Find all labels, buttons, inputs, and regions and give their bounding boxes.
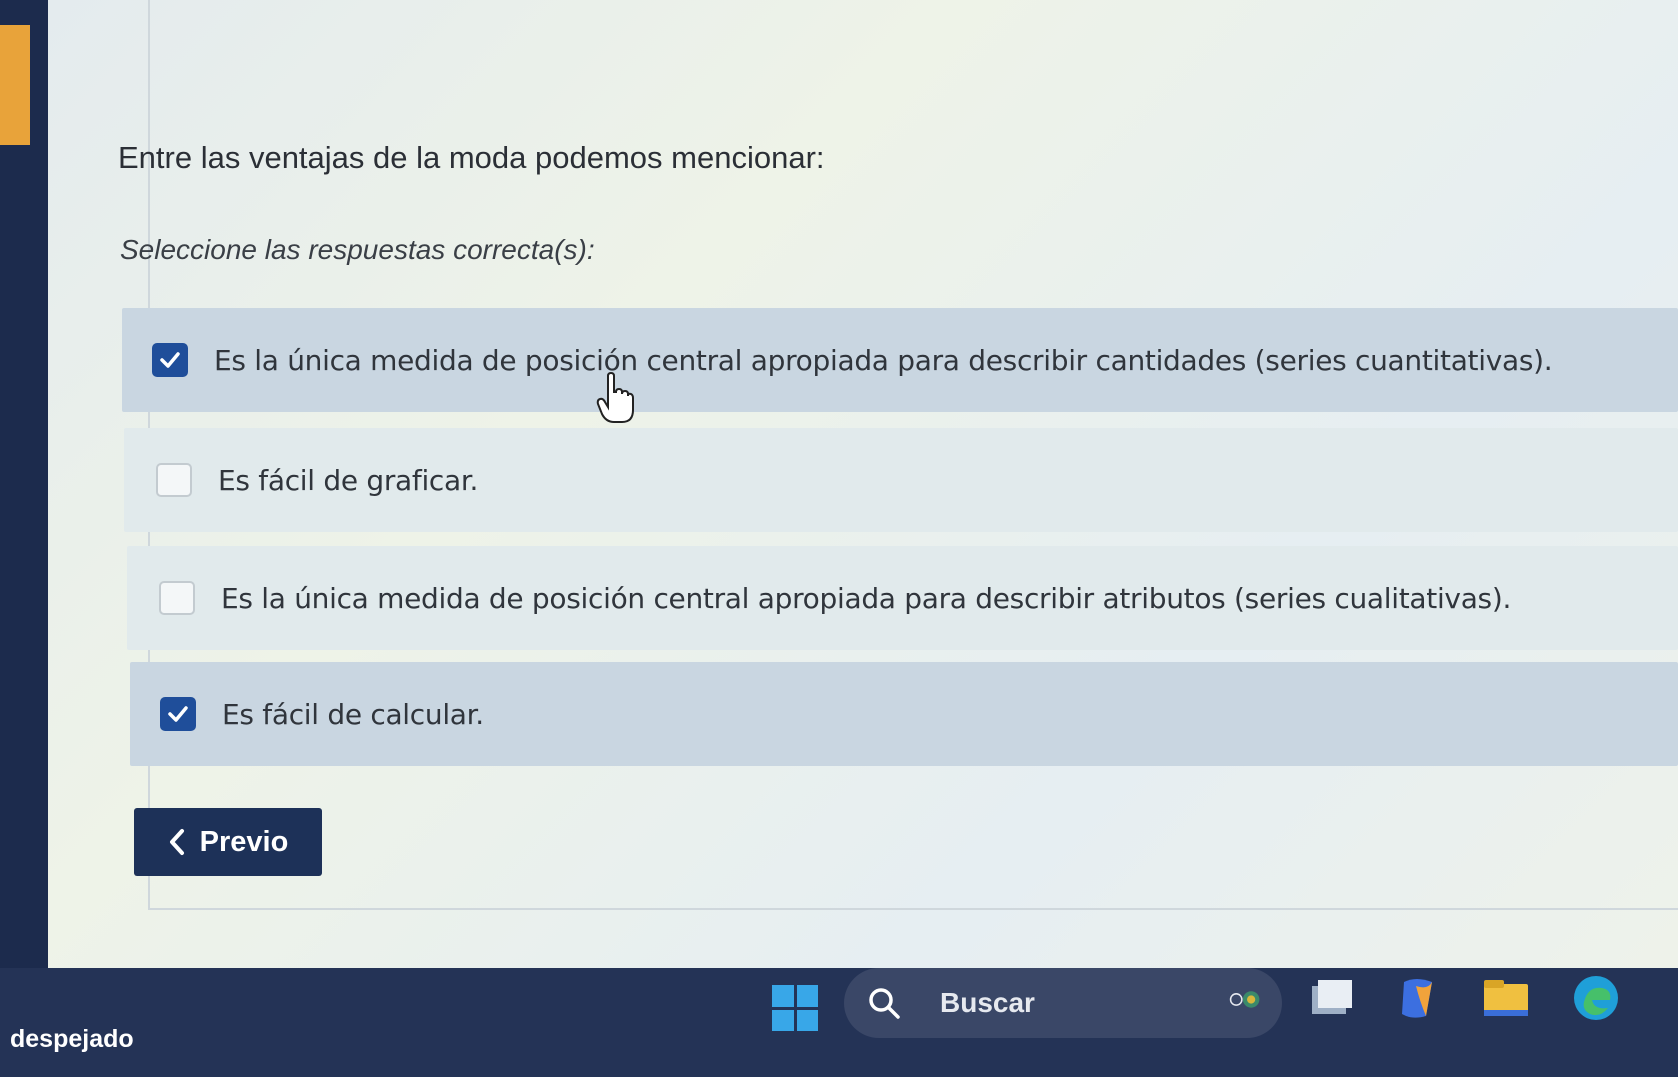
windows-start-icon[interactable]	[772, 985, 818, 1031]
task-view-icon[interactable]	[1306, 972, 1358, 1024]
hand-cursor-icon	[596, 372, 634, 423]
option-3-checkbox[interactable]	[159, 581, 195, 615]
edge-icon[interactable]	[1570, 972, 1622, 1024]
previous-button-label: Previo	[199, 825, 289, 858]
file-explorer-icon[interactable]	[1480, 972, 1532, 1024]
chevron-left-icon	[169, 829, 184, 855]
search-highlight-icon	[1229, 991, 1260, 1008]
sidebar-accent-tab[interactable]	[0, 25, 30, 145]
checkmark-icon	[168, 706, 188, 722]
checkmark-icon	[160, 352, 180, 368]
option-3-label: Es la única medida de posición central a…	[221, 581, 1512, 615]
option-4-label: Es fácil de calcular.	[222, 697, 484, 731]
search-label: Buscar	[940, 987, 1035, 1018]
option-1-label: Es la única medida de posición central a…	[214, 343, 1553, 377]
option-3[interactable]: Es la única medida de posición central a…	[127, 546, 1678, 650]
left-sidebar-strip	[0, 0, 48, 968]
option-2-label: Es fácil de graficar.	[218, 463, 479, 497]
option-2[interactable]: Es fácil de graficar.	[124, 428, 1678, 532]
copilot-icon[interactable]	[1392, 972, 1444, 1024]
option-1[interactable]: Es la única medida de posición central a…	[122, 308, 1678, 412]
answer-instruction: Seleccione las respuestas correcta(s):	[120, 234, 595, 265]
option-4[interactable]: Es fácil de calcular.	[130, 662, 1678, 766]
option-1-checkbox[interactable]	[152, 343, 188, 377]
question-text: Entre las ventajas de la moda podemos me…	[118, 140, 825, 175]
taskbar-search-box[interactable]: Buscar	[844, 968, 1282, 1038]
option-2-checkbox[interactable]	[156, 463, 192, 497]
weather-widget[interactable]: despejado	[10, 1025, 134, 1054]
search-icon	[869, 988, 900, 1019]
option-4-checkbox[interactable]	[160, 697, 196, 731]
previous-button[interactable]: Previo	[134, 808, 322, 876]
